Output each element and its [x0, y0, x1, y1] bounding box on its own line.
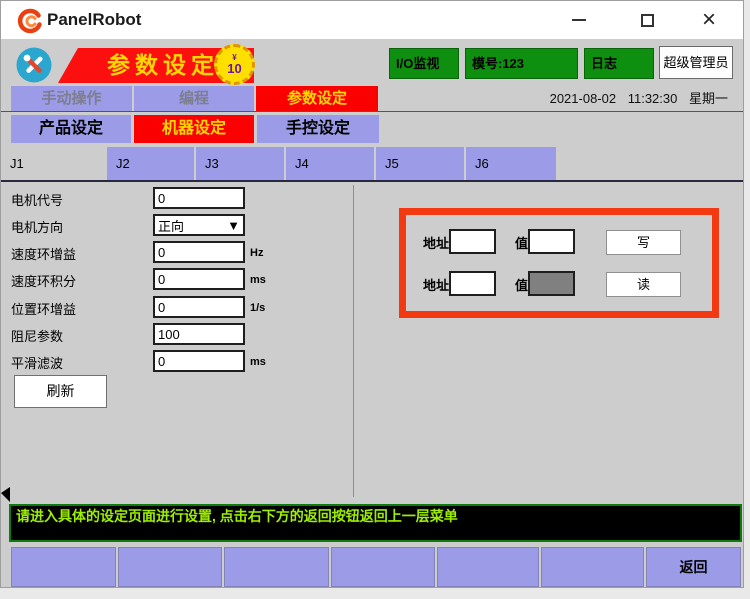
weekday-text: 星期一	[689, 91, 728, 106]
tab-joint-j2[interactable]: J2	[107, 147, 194, 180]
window-title: PanelRobot	[47, 1, 141, 39]
minimize-icon	[572, 19, 586, 21]
return-button[interactable]: 返回	[646, 547, 741, 587]
damping-parameter-label: 阻尼参数	[11, 326, 141, 344]
content-divider	[353, 185, 354, 497]
register-panel: 地址 值 写 地址 值 读	[399, 208, 719, 318]
tab-joint-j3[interactable]: J3	[196, 147, 284, 180]
title-bar: PanelRobot ×	[1, 1, 743, 39]
smoothing-filter-input[interactable]	[153, 350, 245, 372]
position-loop-gain-unit: 1/s	[250, 302, 290, 314]
tab-machine-settings[interactable]: 机器设定	[134, 115, 254, 143]
status-message-bar: 请进入具体的设定页面进行设置, 点击右下方的返回按钮返回上一层菜单	[9, 504, 742, 542]
tab-joint-j4[interactable]: J4	[286, 147, 374, 180]
speed-loop-gain-unit: Hz	[250, 247, 290, 259]
bottom-bar-button-5[interactable]	[437, 547, 539, 587]
io-monitor-button[interactable]: I/O监视	[389, 48, 459, 79]
write-address-input[interactable]	[449, 229, 496, 254]
admin-level-button[interactable]: 超级管理员	[659, 46, 733, 79]
speed-loop-integral-unit: ms	[250, 274, 290, 286]
close-icon: ×	[702, 8, 716, 32]
bottom-bar-button-2[interactable]	[118, 547, 222, 587]
motor-direction-label: 电机方向	[11, 217, 141, 235]
tools-icon[interactable]	[16, 47, 52, 83]
tab-manual-operation[interactable]: 手动操作	[11, 86, 132, 111]
datetime-display: 2021-08-02 11:32:30 星期一	[536, 86, 728, 111]
close-button[interactable]: ×	[691, 1, 727, 39]
read-button[interactable]: 读	[606, 272, 681, 297]
write-value-input[interactable]	[528, 229, 575, 254]
refresh-button[interactable]: 刷新	[14, 375, 107, 408]
position-loop-gain-input[interactable]	[153, 296, 245, 318]
bottom-bar-button-6[interactable]	[541, 547, 644, 587]
tab-joint-j1[interactable]: J1	[1, 147, 106, 180]
damping-parameter-input[interactable]	[153, 323, 245, 345]
read-address-input[interactable]	[449, 271, 496, 296]
motor-direction-value: 正向	[158, 216, 184, 235]
model-number-button[interactable]: 模号:123	[465, 48, 578, 79]
speed-loop-gain-input[interactable]	[153, 241, 245, 263]
read-value-display	[528, 271, 575, 296]
write-button[interactable]: 写	[606, 230, 681, 255]
bottom-bar-button-3[interactable]	[224, 547, 329, 587]
tab-programming[interactable]: 编程	[134, 86, 254, 111]
motor-direction-select[interactable]: 正向 ▼	[153, 214, 245, 236]
coin-badge-icon: ¥ 10	[214, 44, 255, 85]
maximize-icon	[641, 14, 654, 27]
chevron-down-icon: ▼	[227, 218, 240, 233]
speed-loop-integral-label: 速度环积分	[11, 271, 141, 289]
tab-joint-j6[interactable]: J6	[466, 147, 556, 180]
motor-code-label: 电机代号	[11, 190, 141, 208]
speed-loop-gain-label: 速度环增益	[11, 244, 141, 262]
tab-product-settings[interactable]: 产品设定	[11, 115, 131, 143]
maximize-button[interactable]	[629, 1, 665, 39]
tab-joint-j5[interactable]: J5	[376, 147, 464, 180]
motor-code-input[interactable]	[153, 187, 245, 209]
bottom-bar-button-1[interactable]	[11, 547, 116, 587]
coin-value: 10	[227, 62, 241, 75]
date-text: 2021-08-02	[550, 91, 617, 106]
position-loop-gain-label: 位置环增益	[11, 299, 141, 317]
bottom-bar-button-4[interactable]	[331, 547, 435, 587]
app-logo-icon	[17, 8, 43, 34]
time-text: 11:32:30	[628, 91, 678, 106]
minimize-button[interactable]	[561, 1, 597, 39]
tab-parameter-settings[interactable]: 参数设定	[256, 86, 378, 111]
smoothing-filter-unit: ms	[250, 356, 290, 368]
app-window: PanelRobot × 参数设定 ¥ 10 I/O监视 模号:123 日志 超…	[0, 0, 744, 588]
log-button[interactable]: 日志	[584, 48, 654, 79]
header-divider	[1, 111, 743, 112]
speed-loop-integral-input[interactable]	[153, 268, 245, 290]
tab-manual-control-settings[interactable]: 手控设定	[257, 115, 379, 143]
smoothing-filter-label: 平滑滤波	[11, 353, 141, 371]
cursor-arrow-icon	[1, 487, 10, 502]
joint-tab-divider	[1, 180, 743, 182]
